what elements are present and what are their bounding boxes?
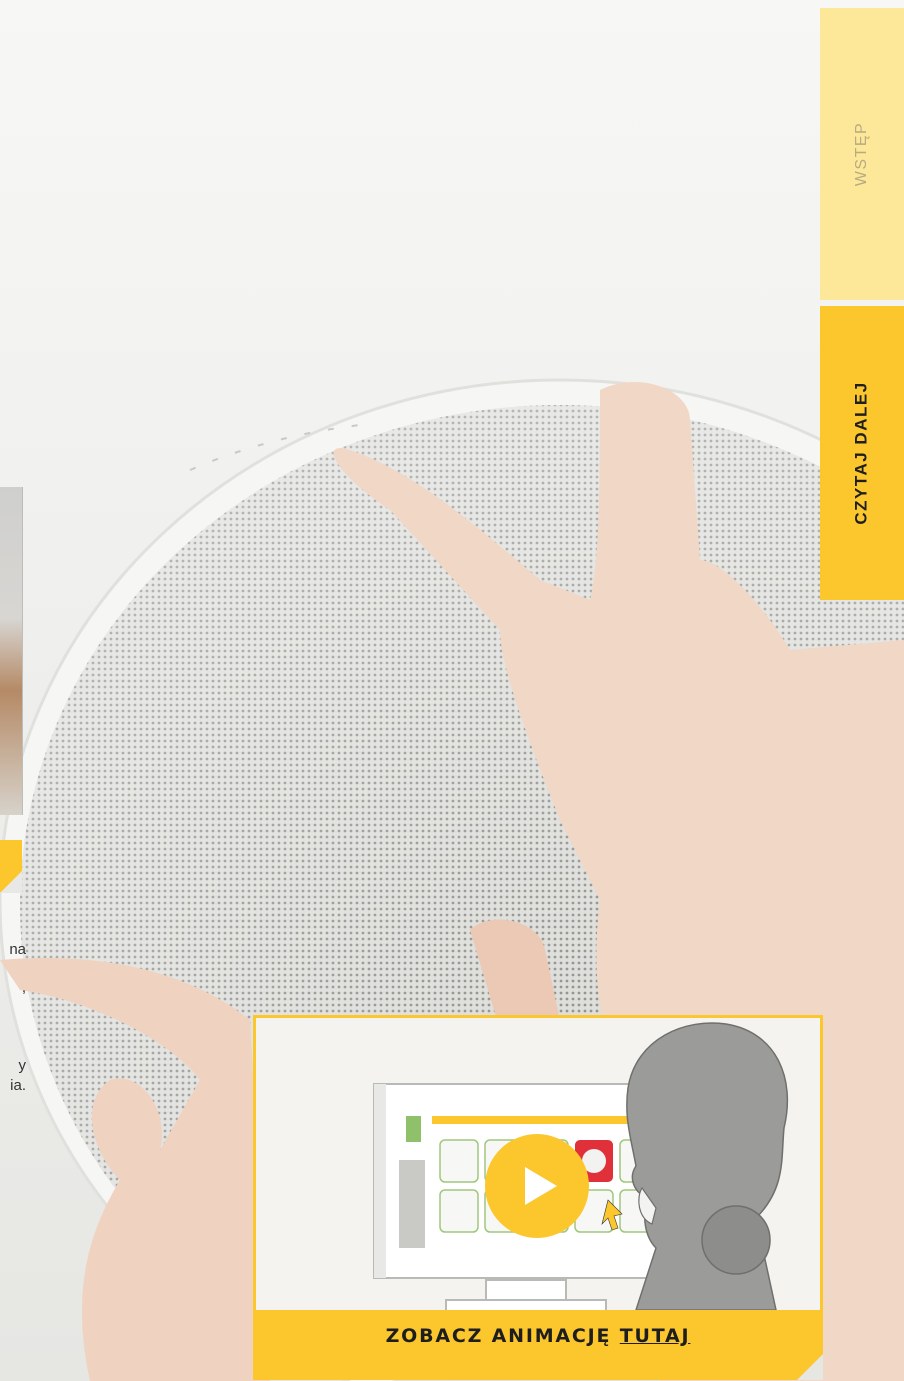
- tab-read-more-label: CZYTAJ DALEJ: [852, 381, 871, 525]
- video-thumbnail[interactable]: [256, 1018, 820, 1310]
- text-fragment: ,: [21, 979, 26, 996]
- side-thumbnail-tag: [0, 840, 22, 893]
- side-thumbnail-image[interactable]: [0, 487, 23, 815]
- play-icon[interactable]: [485, 1134, 589, 1238]
- video-card[interactable]: ZOBACZ ANIMACJĘ TUTAJ: [253, 1015, 823, 1380]
- text-fragment: y: [18, 1057, 27, 1074]
- video-caption-text: ZOBACZ ANIMACJĘ: [385, 1325, 612, 1347]
- text-fragment: na: [9, 941, 26, 958]
- card-corner-notch: [797, 1354, 823, 1380]
- text-fragment: ia.: [10, 1077, 26, 1094]
- tab-intro-label: WSTĘP: [852, 121, 870, 187]
- tab-intro[interactable]: WSTĘP: [820, 8, 904, 300]
- tab-read-more[interactable]: CZYTAJ DALEJ: [820, 306, 904, 600]
- video-caption: ZOBACZ ANIMACJĘ TUTAJ: [253, 1325, 823, 1365]
- video-caption-link[interactable]: TUTAJ: [620, 1325, 691, 1347]
